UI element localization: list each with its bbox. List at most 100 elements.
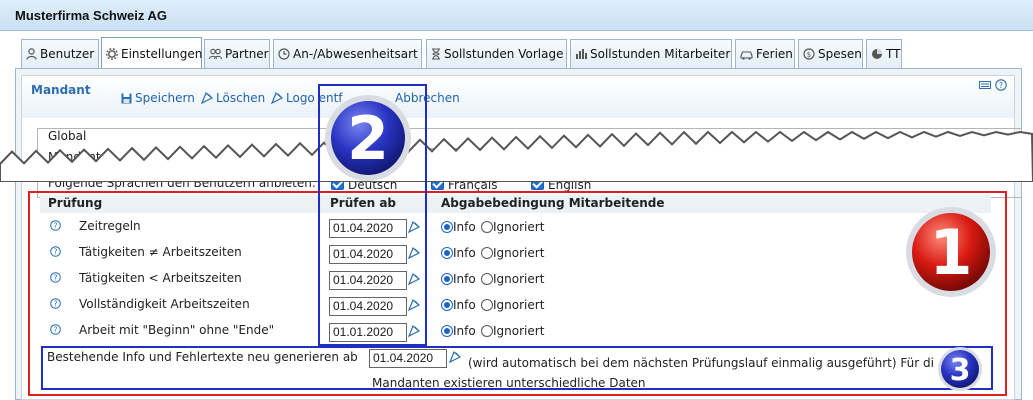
- remove-logo-button[interactable]: Logo entf: [271, 91, 343, 105]
- languages-label: Folgende Sprachen den Benutzern anbieten…: [48, 176, 316, 190]
- hourglass-icon: [432, 48, 440, 60]
- save-button[interactable]: Speichern: [121, 91, 195, 105]
- tab-spesen[interactable]: $ Spesen: [798, 39, 863, 68]
- svg-text:?: ?: [54, 300, 58, 309]
- radio-info-beginn-ohne-ende[interactable]: [441, 325, 453, 337]
- cancel-label: Abbrechen: [395, 91, 460, 105]
- pie-chart-icon: [872, 49, 882, 59]
- regenerate-label: Bestehende Info und Fehlertexte neu gene…: [47, 350, 358, 364]
- help-icon[interactable]: ?: [50, 246, 61, 257]
- date-picker-icon[interactable]: [449, 350, 461, 363]
- coin-icon: $: [803, 48, 815, 60]
- check-label-vollstaendigkeit: Vollständigkeit Arbeitszeiten: [79, 297, 250, 311]
- regenerate-date-input[interactable]: 01.04.2020: [369, 349, 447, 368]
- delete-label: Löschen: [216, 91, 266, 105]
- keyboard-icon[interactable]: [979, 79, 991, 91]
- date-input-beginn-ohne-ende[interactable]: 01.01.2020: [329, 323, 407, 342]
- date-picker-icon[interactable]: [408, 272, 420, 285]
- checkbox-francais[interactable]: [431, 177, 444, 190]
- date-input-vollstaendigkeit[interactable]: 01.04.2020: [329, 297, 407, 316]
- tab-an-abwesenheitsart[interactable]: An-/Abwesenheitsart: [273, 39, 422, 68]
- help-icon[interactable]: ?: [50, 272, 61, 283]
- label-francais: Français: [448, 178, 498, 192]
- radio-info-vollstaendigkeit[interactable]: [441, 299, 453, 311]
- checkbox-english[interactable]: [531, 177, 544, 190]
- radio-info-label: Info: [453, 220, 476, 234]
- label-deutsch: Deutsch: [348, 178, 398, 192]
- radio-info-taetigkeiten-ungleich[interactable]: [441, 247, 453, 259]
- tab-label: Spesen: [818, 47, 862, 61]
- tab-sollstunden-vorlage[interactable]: Sollstunden Vorlage: [426, 39, 567, 68]
- svg-text:?: ?: [54, 222, 58, 231]
- tab-label: Sollstunden Mitarbeiter: [590, 47, 731, 61]
- date-picker-icon[interactable]: [408, 246, 420, 259]
- radio-info-zeitregeln[interactable]: [441, 221, 453, 233]
- partner-icon: [209, 48, 222, 60]
- radio-info-label: Info: [453, 298, 476, 312]
- checkbox-deutsch[interactable]: [331, 177, 344, 190]
- svg-text:?: ?: [999, 81, 1003, 90]
- window-title: Musterfirma Schweiz AG: [15, 8, 167, 23]
- column-header-condition: Abgabebedingung Mitarbeitende: [441, 196, 665, 210]
- help-icon[interactable]: ?: [50, 220, 61, 231]
- user-icon: [26, 48, 37, 60]
- svg-text:?: ?: [54, 326, 58, 335]
- radio-ignore-taetigkeiten-kleiner[interactable]: [481, 273, 493, 285]
- radio-ignore-zeitregeln[interactable]: [481, 221, 493, 233]
- radio-info-label: Info: [453, 324, 476, 338]
- help-icon[interactable]: ?: [995, 79, 1007, 91]
- date-picker-icon[interactable]: [408, 298, 420, 311]
- svg-text:?: ?: [54, 274, 58, 283]
- date-picker-icon[interactable]: [408, 220, 420, 233]
- tab-label: Benutzer: [40, 47, 95, 61]
- clock-icon: [278, 48, 290, 60]
- tab-label: An-/Abwesenheitsart: [293, 47, 418, 61]
- radio-ignore-taetigkeiten-ungleich[interactable]: [481, 247, 493, 259]
- tab-benutzer[interactable]: Benutzer: [21, 39, 99, 68]
- car-icon: [740, 50, 753, 60]
- radio-info-label: Info: [453, 246, 476, 260]
- help-icon[interactable]: ?: [50, 324, 61, 335]
- tab-ferien[interactable]: Ferien: [735, 39, 795, 68]
- radio-ignore-label: Ignoriert: [493, 298, 545, 312]
- window-titlebar: Musterfirma Schweiz AG: [0, 0, 1033, 31]
- tab-strip: Benutzer Einstellungen Partner An-/Abwes…: [0, 31, 1033, 69]
- tab-partner[interactable]: Partner: [204, 39, 270, 68]
- check-label-beginn-ohne-ende: Arbeit mit "Beginn" ohne "Ende": [79, 323, 275, 337]
- tab-tt[interactable]: TT: [866, 39, 902, 68]
- cancel-button[interactable]: Abbrechen: [395, 91, 460, 105]
- tab-label: TT: [886, 47, 901, 61]
- radio-ignore-label: Ignoriert: [493, 246, 545, 260]
- section-title: Mandant: [31, 83, 91, 97]
- regenerate-note: (wird automatisch bei dem nächsten Prüfu…: [468, 356, 934, 370]
- gear-icon: [106, 47, 118, 60]
- date-input-taetigkeiten-kleiner[interactable]: 01.04.2020: [329, 271, 407, 290]
- tab-label: Einstellungen: [121, 46, 203, 61]
- radio-info-taetigkeiten-kleiner[interactable]: [441, 273, 453, 285]
- radio-ignore-label: Ignoriert: [493, 272, 545, 286]
- radio-ignore-beginn-ohne-ende[interactable]: [481, 325, 493, 337]
- bar-chart-icon: [576, 49, 587, 59]
- tab-label: Sollstunden Vorlage: [444, 47, 564, 61]
- save-label: Speichern: [135, 91, 195, 105]
- date-picker-icon[interactable]: [408, 324, 420, 337]
- delete-button[interactable]: Löschen: [201, 91, 265, 105]
- date-input-zeitregeln[interactable]: 01.04.2020: [329, 219, 407, 238]
- delete-icon: [201, 92, 213, 104]
- tab-sollstunden-mitarbeiter[interactable]: Sollstunden Mitarbeiter: [570, 39, 732, 68]
- tab-label: Partner: [225, 47, 269, 61]
- check-label-zeitregeln: Zeitregeln: [79, 219, 141, 233]
- tab-label: Ferien: [756, 47, 793, 61]
- radio-ignore-label: Ignoriert: [493, 220, 545, 234]
- mandant-name-input[interactable]: weiz AG: [420, 148, 606, 165]
- radio-ignore-vollstaendigkeit[interactable]: [481, 299, 493, 311]
- label-english: English: [548, 178, 592, 192]
- date-input-taetigkeiten-ungleich[interactable]: 01.04.2020: [329, 245, 407, 264]
- remove-logo-label: Logo entf: [286, 91, 343, 105]
- column-header-check: Prüfung: [48, 196, 103, 210]
- global-legend: Global: [45, 129, 90, 143]
- tab-einstellungen[interactable]: Einstellungen: [101, 37, 202, 69]
- svg-text:$: $: [807, 51, 811, 59]
- help-icon[interactable]: ?: [50, 298, 61, 309]
- check-label-taetigkeiten-ungleich: Tätigkeiten ≠ Arbeitszeiten: [79, 245, 242, 259]
